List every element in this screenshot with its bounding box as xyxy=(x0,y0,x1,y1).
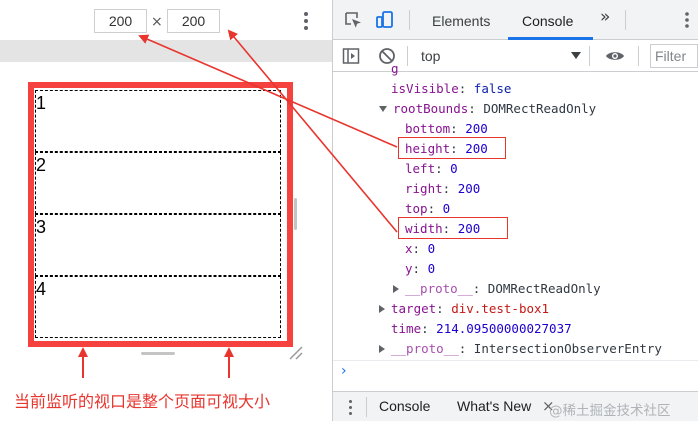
devtools-tab-bar: Elements Console » xyxy=(333,0,698,40)
drawer-separator xyxy=(366,397,367,417)
property-key: rootBounds xyxy=(393,101,469,116)
tab-console[interactable]: Console xyxy=(522,0,573,40)
annotation-caption: 当前监听的视口是整个页面可视大小 xyxy=(14,392,271,411)
console-property-row: left: 0 xyxy=(405,161,458,176)
toolbar-separator xyxy=(638,46,639,66)
media-query-ruler xyxy=(0,40,332,62)
console-property-row: time: 214.09500000027037 xyxy=(391,321,572,336)
property-value: DOMRectReadOnly xyxy=(483,101,597,116)
toolbar-separator xyxy=(589,46,590,66)
property-key: isVisible xyxy=(391,81,459,96)
property-value: DOMRectReadOnly xyxy=(487,281,601,296)
drawer-tab-whats-new[interactable]: What's New xyxy=(457,398,531,414)
property-key: __proto__ xyxy=(405,281,473,296)
tab-elements[interactable]: Elements xyxy=(432,0,490,40)
dimension-separator: × xyxy=(151,14,163,30)
more-tabs-icon[interactable]: » xyxy=(600,7,610,27)
collapsed-triangle-icon[interactable] xyxy=(379,345,385,353)
drawer-tab-console[interactable]: Console xyxy=(379,398,430,414)
device-toolbar: 200 × 200 xyxy=(0,0,332,40)
console-output: g isVisible: false rootBounds: DOMRectRe… xyxy=(333,61,698,359)
devtools-drawer: Console What's New × @稀土掘金技术社区 xyxy=(333,391,698,421)
chevron-down-icon[interactable] xyxy=(571,52,581,59)
console-property-row: right: 200 xyxy=(405,181,481,196)
device-emulation-pane: 200 × 200 1 2 3 4 当前监听的视口是整个页面可视大小 xyxy=(0,0,332,421)
console-property-row: isVisible: false xyxy=(391,81,512,96)
console-property-row-expandable[interactable]: rootBounds: DOMRectReadOnly xyxy=(379,99,596,119)
height-highlight-box xyxy=(398,137,506,159)
property-key: __proto__ xyxy=(391,341,459,356)
sidebar-toggle-icon[interactable] xyxy=(342,47,360,65)
collapsed-triangle-icon[interactable] xyxy=(393,285,399,293)
console-prompt-row[interactable]: › xyxy=(333,360,698,384)
property-key: left xyxy=(405,161,436,176)
console-property-row-expandable[interactable]: __proto__: IntersectionObserverEntry xyxy=(379,339,662,359)
devtools-settings-kebab-icon[interactable] xyxy=(677,10,697,30)
property-key: time xyxy=(391,321,422,336)
property-key: target xyxy=(391,301,437,316)
console-property-row: y: 0 xyxy=(405,261,436,276)
property-value: 0 xyxy=(427,241,436,256)
collapsed-triangle-icon[interactable] xyxy=(379,305,385,313)
console-prompt-icon: › xyxy=(341,363,347,379)
console-property-row: top: 0 xyxy=(405,201,451,216)
property-value: IntersectionObserverEntry xyxy=(473,341,662,356)
console-property-row-expandable[interactable]: target: div.test-box1 xyxy=(379,299,549,319)
console-property-row-expandable[interactable]: __proto__: DOMRectReadOnly xyxy=(393,279,601,299)
device-toolbar-icon[interactable] xyxy=(375,10,395,30)
property-key: top xyxy=(405,201,428,216)
resize-corner-icon[interactable] xyxy=(287,344,303,360)
property-key: bottom xyxy=(405,121,451,136)
execution-context-select[interactable]: top xyxy=(421,48,440,64)
property-value: 0 xyxy=(427,261,436,276)
property-value: 0 xyxy=(450,161,458,176)
drawer-menu-icon[interactable] xyxy=(349,400,353,418)
viewport-highlight-frame xyxy=(28,82,293,347)
expanded-triangle-icon[interactable] xyxy=(379,106,387,112)
console-property-row: x: 0 xyxy=(405,241,436,256)
console-filter-input[interactable]: Filter xyxy=(650,44,698,68)
property-value: 200 xyxy=(465,121,488,136)
property-key: y xyxy=(405,261,413,276)
eye-icon[interactable] xyxy=(605,47,625,65)
more-options-icon[interactable] xyxy=(302,12,310,32)
devtools-panel: Elements Console » top Filter g isVisibl… xyxy=(333,0,698,421)
toolbar-separator xyxy=(409,10,410,30)
property-key: x xyxy=(405,241,413,256)
property-key: right xyxy=(405,181,443,196)
console-line-clipped: g xyxy=(391,61,399,76)
property-value: false xyxy=(473,81,512,96)
vertical-resize-handle[interactable] xyxy=(294,198,297,230)
viewport-width-input[interactable]: 200 xyxy=(94,9,147,33)
console-property-row: bottom: 200 xyxy=(405,121,488,136)
inspect-element-icon[interactable] xyxy=(343,10,363,30)
property-value: 214.09500000027037 xyxy=(436,321,572,336)
property-value[interactable]: div.test-box1 xyxy=(451,301,549,316)
toolbar-separator xyxy=(407,46,408,66)
property-value: 0 xyxy=(442,201,451,216)
horizontal-resize-handle[interactable] xyxy=(141,352,175,355)
property-value: 200 xyxy=(457,181,481,196)
width-highlight-box xyxy=(398,217,508,239)
viewport-height-input[interactable]: 200 xyxy=(167,9,220,33)
toolbar-separator xyxy=(625,10,626,30)
watermark: @稀土掘金技术社区 xyxy=(549,403,671,419)
